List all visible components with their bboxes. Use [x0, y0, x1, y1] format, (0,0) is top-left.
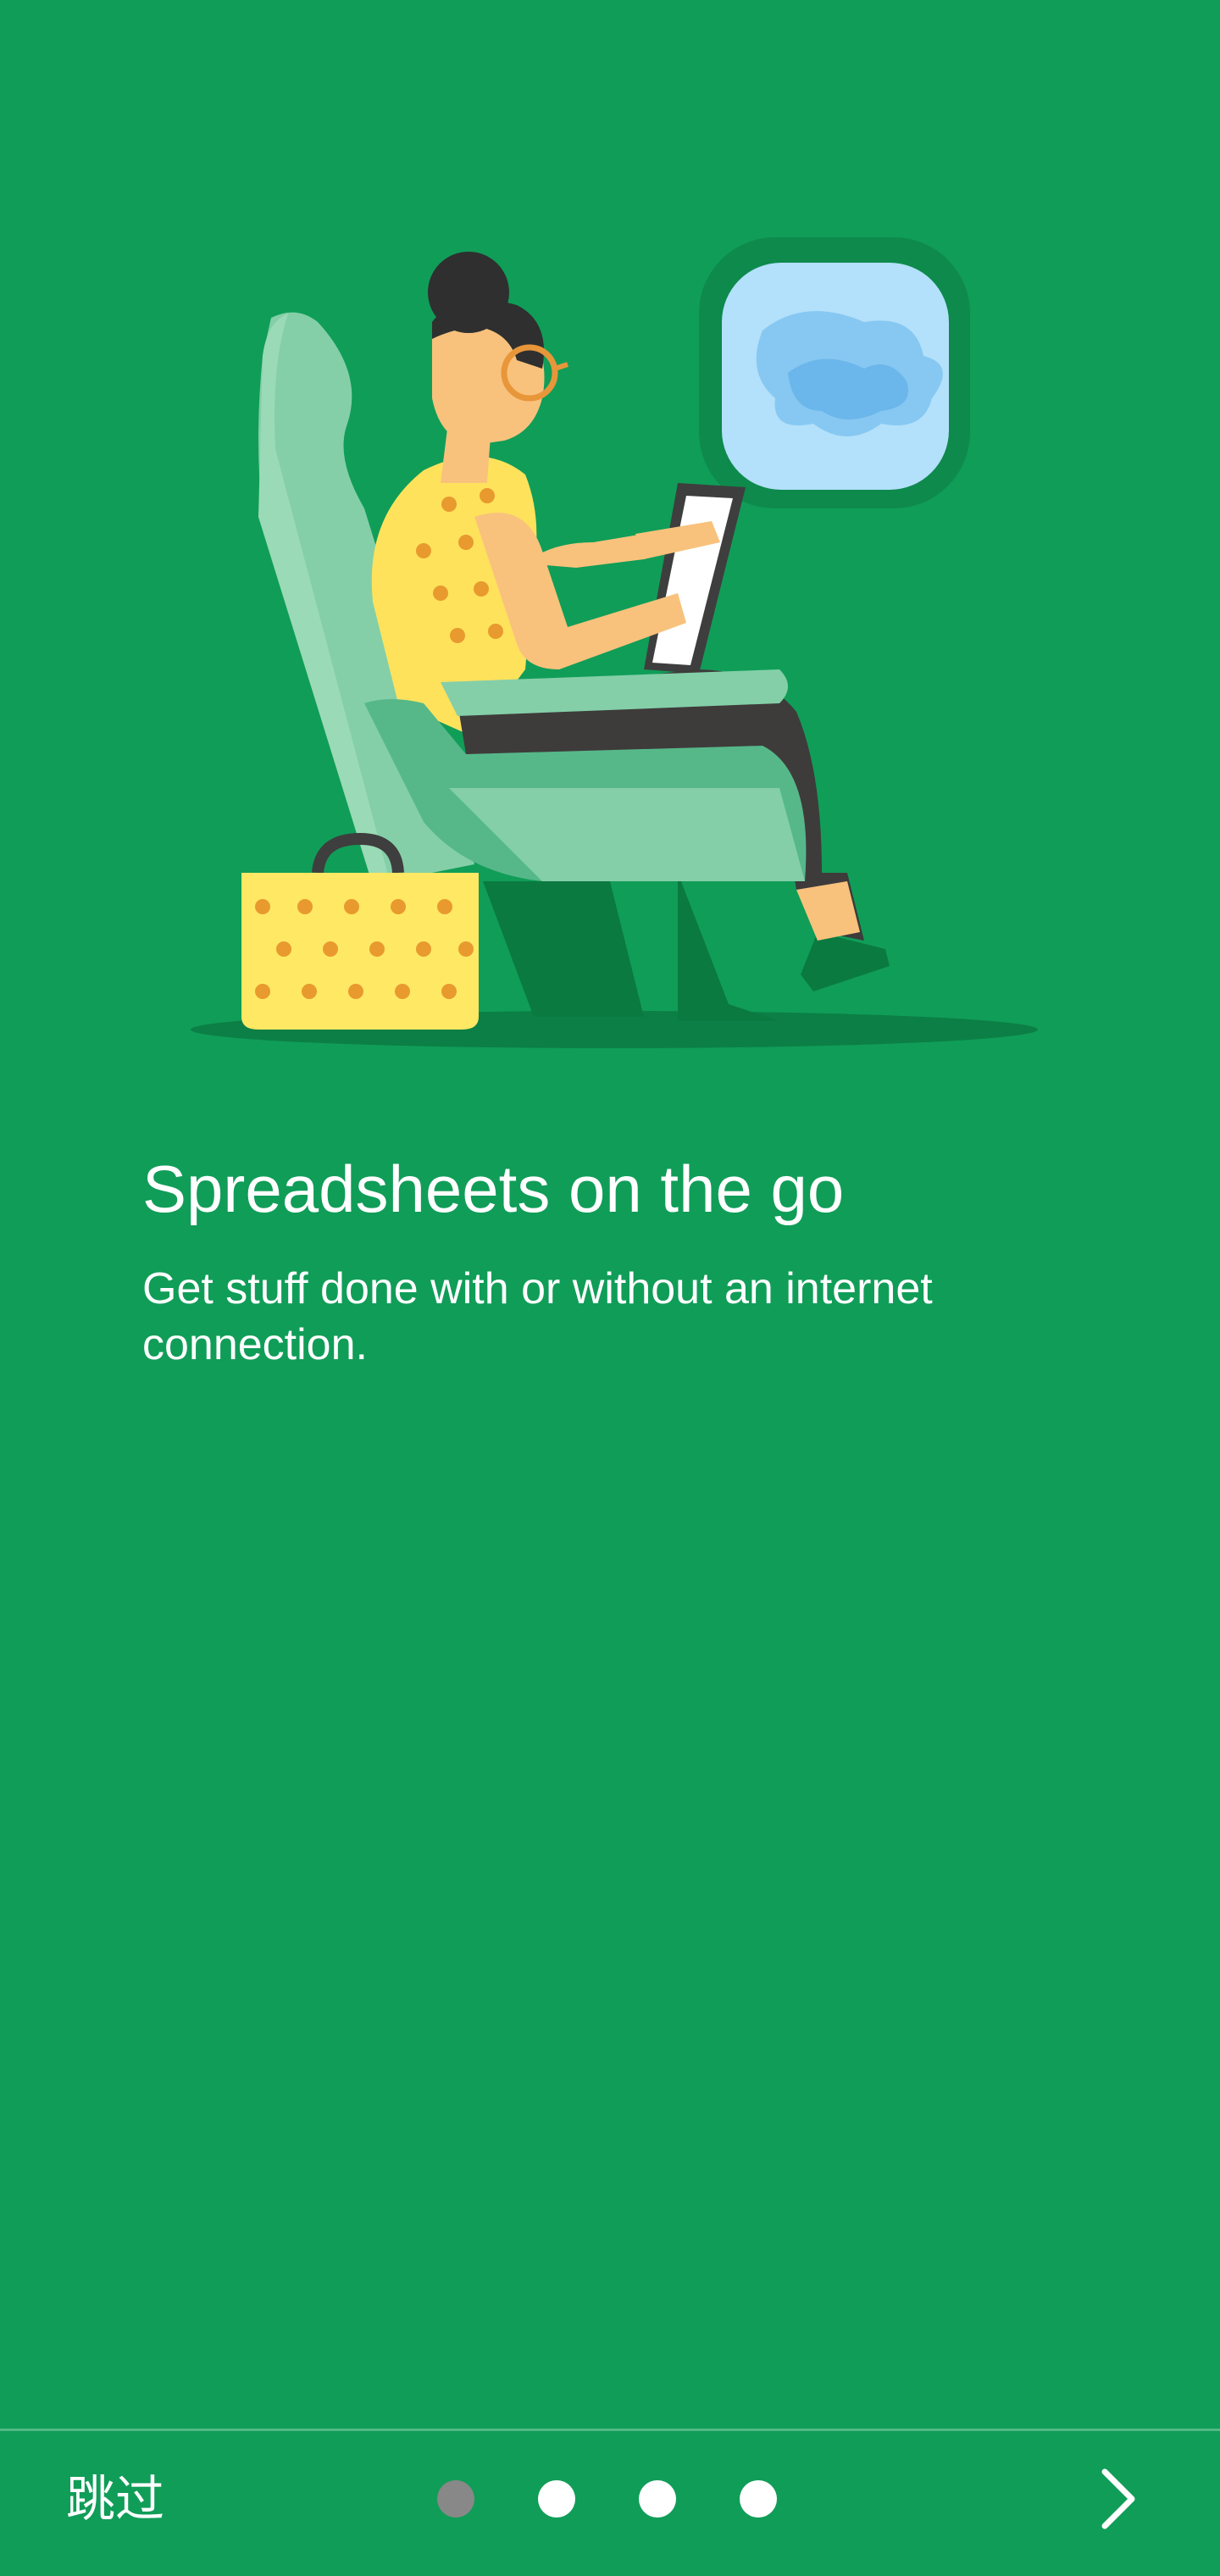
page-indicator	[437, 2479, 777, 2518]
page-dot-3[interactable]	[639, 2480, 676, 2518]
onboarding-screen: Spreadsheets on the go Get stuff done wi…	[0, 0, 1220, 2576]
page-dot-2[interactable]	[538, 2480, 575, 2518]
chevron-right-icon	[1101, 2468, 1135, 2529]
onboarding-title: Spreadsheets on the go	[142, 1152, 845, 1226]
skip-button[interactable]: 跳过	[42, 2448, 188, 2550]
page-dot-4[interactable]	[740, 2480, 777, 2518]
next-button[interactable]	[1068, 2448, 1169, 2550]
woman-on-plane-illustration	[169, 229, 1068, 1076]
page-dot-1[interactable]	[437, 2480, 474, 2518]
onboarding-subtitle: Get stuff done with or without an intern…	[142, 1264, 933, 1369]
onboarding-footer: 跳过	[0, 2431, 1220, 2576]
